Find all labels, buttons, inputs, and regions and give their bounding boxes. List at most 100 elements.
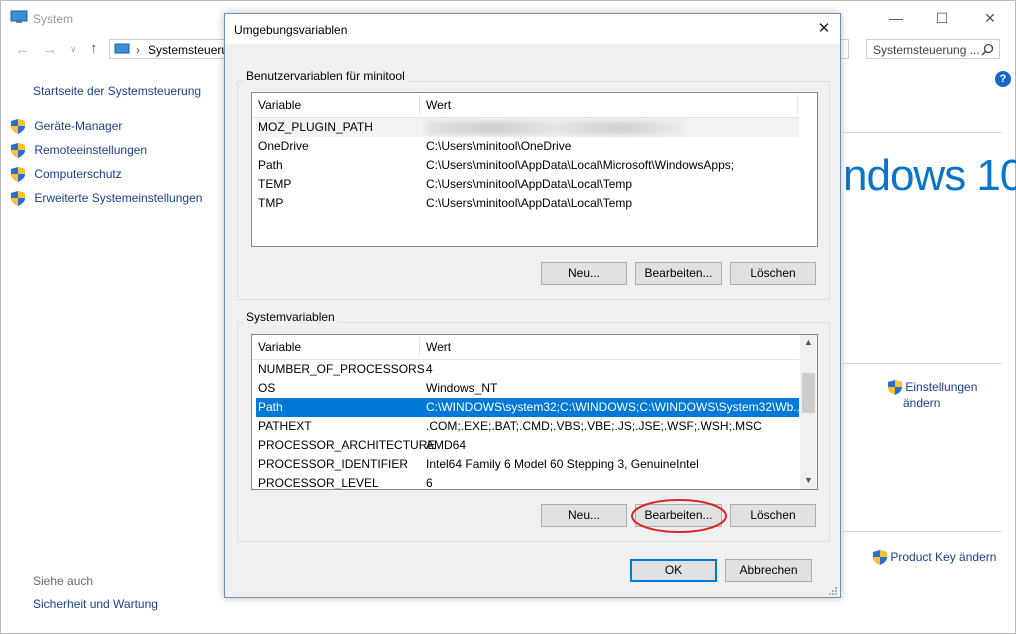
row-value: C:\Users\minitool\AppData\Local\Microsof… [426,158,735,172]
shield-icon [11,119,25,135]
row-variable: Path [258,158,283,172]
sidebar-item-advanced-settings[interactable]: Erweiterte Systemeinstellungen [11,191,203,207]
product-key-link[interactable]: Product Key ändern [873,550,997,566]
scroll-down-icon[interactable]: ▼ [804,475,813,485]
sidebar-item-label: Geräte-Manager [34,119,123,133]
table-row[interactable]: TMP C:\Users\minitool\AppData\Local\Temp [256,194,799,213]
up-icon[interactable]: ↑ [90,40,98,57]
back-icon[interactable]: ← [15,41,29,57]
change-settings-link[interactable]: Einstellungen [888,380,978,396]
table-row-selected[interactable]: Path C:\WINDOWS\system32;C:\WINDOWS;C:\W… [256,398,803,417]
minimize-button[interactable]: — [873,3,919,33]
search-icon [981,43,994,56]
row-variable: OneDrive [258,139,309,153]
scrollbar-thumb[interactable] [802,373,815,413]
table-row[interactable]: OS Windows_NT [256,379,799,398]
row-variable: PATHEXT [258,419,312,433]
computer-icon [10,10,28,23]
dialog-title: Umgebungsvariablen [234,23,348,37]
column-header-variable[interactable]: Variable [258,340,301,354]
row-variable: NUMBER_OF_PROCESSORS [258,362,425,376]
table-row[interactable]: PATHEXT .COM;.EXE;.BAT;.CMD;.VBS;.VBE;.J… [256,417,799,436]
divider [843,132,1002,133]
user-variables-label: Benutzervariablen für minitool [244,69,407,83]
column-divider [419,337,420,357]
windows10-logo-text: ndows 10 [843,151,1016,200]
system-delete-button[interactable]: Löschen [730,504,816,527]
table-row[interactable]: PROCESSOR_LEVEL 6 [256,474,799,490]
list-header: Variable Wert [252,335,799,360]
close-window-button[interactable]: ✕ [967,3,1013,33]
highlight-circle [631,499,727,533]
dialog-titlebar: Umgebungsvariablen ✕ [225,14,840,44]
help-icon[interactable]: ? [995,71,1011,87]
window-title: System [33,12,74,26]
shield-icon [11,143,25,159]
table-row[interactable]: NUMBER_OF_PROCESSORS 4 [256,360,799,379]
system-variables-list[interactable]: Variable Wert NUMBER_OF_PROCESSORS 4 OS … [251,334,818,490]
column-header-variable[interactable]: Variable [258,98,301,112]
shield-icon [11,167,25,183]
resize-grip-icon[interactable] [827,585,838,596]
shield-icon [873,550,887,566]
table-row[interactable]: PROCESSOR_IDENTIFIER Intel64 Family 6 Mo… [256,455,799,474]
row-value: C:\Users\minitool\OneDrive [426,139,572,153]
row-variable: PROCESSOR_ARCHITECTURE [258,438,436,452]
cancel-button[interactable]: Abbrechen [725,559,812,582]
table-row[interactable]: MOZ_PLUGIN_PATH [256,118,799,137]
row-value: C:\Users\minitool\AppData\Local\Temp [426,177,633,191]
user-delete-button[interactable]: Löschen [730,262,816,285]
search-input[interactable]: Systemsteuerung ... [866,39,1000,59]
divider [843,363,1002,364]
list-header: Variable Wert [252,93,799,118]
column-header-value[interactable]: Wert [426,340,451,354]
sidebar-item-label: Erweiterte Systemeinstellungen [34,191,203,205]
user-variables-list[interactable]: Variable Wert MOZ_PLUGIN_PATH OneDrive C… [251,92,818,247]
shield-icon [11,191,25,207]
change-settings-label-line2[interactable]: ändern [903,396,940,410]
row-value: C:\Users\minitool\AppData\Local\Temp [426,196,633,210]
table-row[interactable]: PROCESSOR_ARCHITECTURE AMD64 [256,436,799,455]
column-divider [419,95,420,115]
table-row[interactable]: TEMP C:\Users\minitool\AppData\Local\Tem… [256,175,799,194]
sidebar-item-label: Remoteeinstellungen [34,143,148,157]
table-row[interactable]: Path C:\Users\minitool\AppData\Local\Mic… [256,156,799,175]
column-header-value[interactable]: Wert [426,98,451,112]
column-divider [797,95,798,115]
dialog-close-button[interactable]: ✕ [810,17,838,41]
row-variable: MOZ_PLUGIN_PATH [258,120,373,134]
scroll-up-icon[interactable]: ▲ [804,337,813,347]
table-row[interactable]: OneDrive C:\Users\minitool\OneDrive [256,137,799,156]
address-bar[interactable]: › Systemsteuerung [109,39,241,59]
vertical-scrollbar[interactable]: ▲ ▼ [800,335,817,489]
maximize-button[interactable]: ☐ [919,3,965,33]
row-variable: OS [258,381,276,395]
user-edit-button[interactable]: Bearbeiten... [635,262,722,285]
row-variable: PROCESSOR_LEVEL [258,476,379,490]
row-variable: TEMP [258,177,292,191]
sidebar-item-device-manager[interactable]: Geräte-Manager [11,119,123,135]
control-panel-icon [114,43,130,54]
row-variable: Path [258,400,283,414]
sidebar-item-system-protection[interactable]: Computerschutz [11,167,122,183]
breadcrumb-separator-icon: › [136,43,140,57]
security-maintenance-link[interactable]: Sicherheit und Wartung [33,597,158,611]
blurred-value [426,121,686,135]
ok-button[interactable]: OK [630,559,717,582]
product-key-label: Product Key ändern [890,550,997,564]
user-new-button[interactable]: Neu... [541,262,627,285]
search-placeholder: Systemsteuerung ... [873,43,980,57]
row-value: 4 [426,362,433,376]
system-variables-label: Systemvariablen [244,310,337,324]
sidebar-item-remote-settings[interactable]: Remoteeinstellungen [11,143,148,159]
environment-variables-dialog: Umgebungsvariablen ✕ Benutzervariablen f… [224,13,841,598]
recent-dropdown-icon[interactable]: ∨ [70,44,77,55]
control-panel-home-link[interactable]: Startseite der Systemsteuerung [33,84,201,98]
change-settings-label: Einstellungen [905,380,978,394]
row-variable: TMP [258,196,284,210]
sidebar-item-label: Computerschutz [34,167,122,181]
system-new-button[interactable]: Neu... [541,504,627,527]
row-value: AMD64 [426,438,467,452]
forward-icon[interactable]: → [43,41,57,57]
see-also-heading: Siehe auch [33,574,94,588]
